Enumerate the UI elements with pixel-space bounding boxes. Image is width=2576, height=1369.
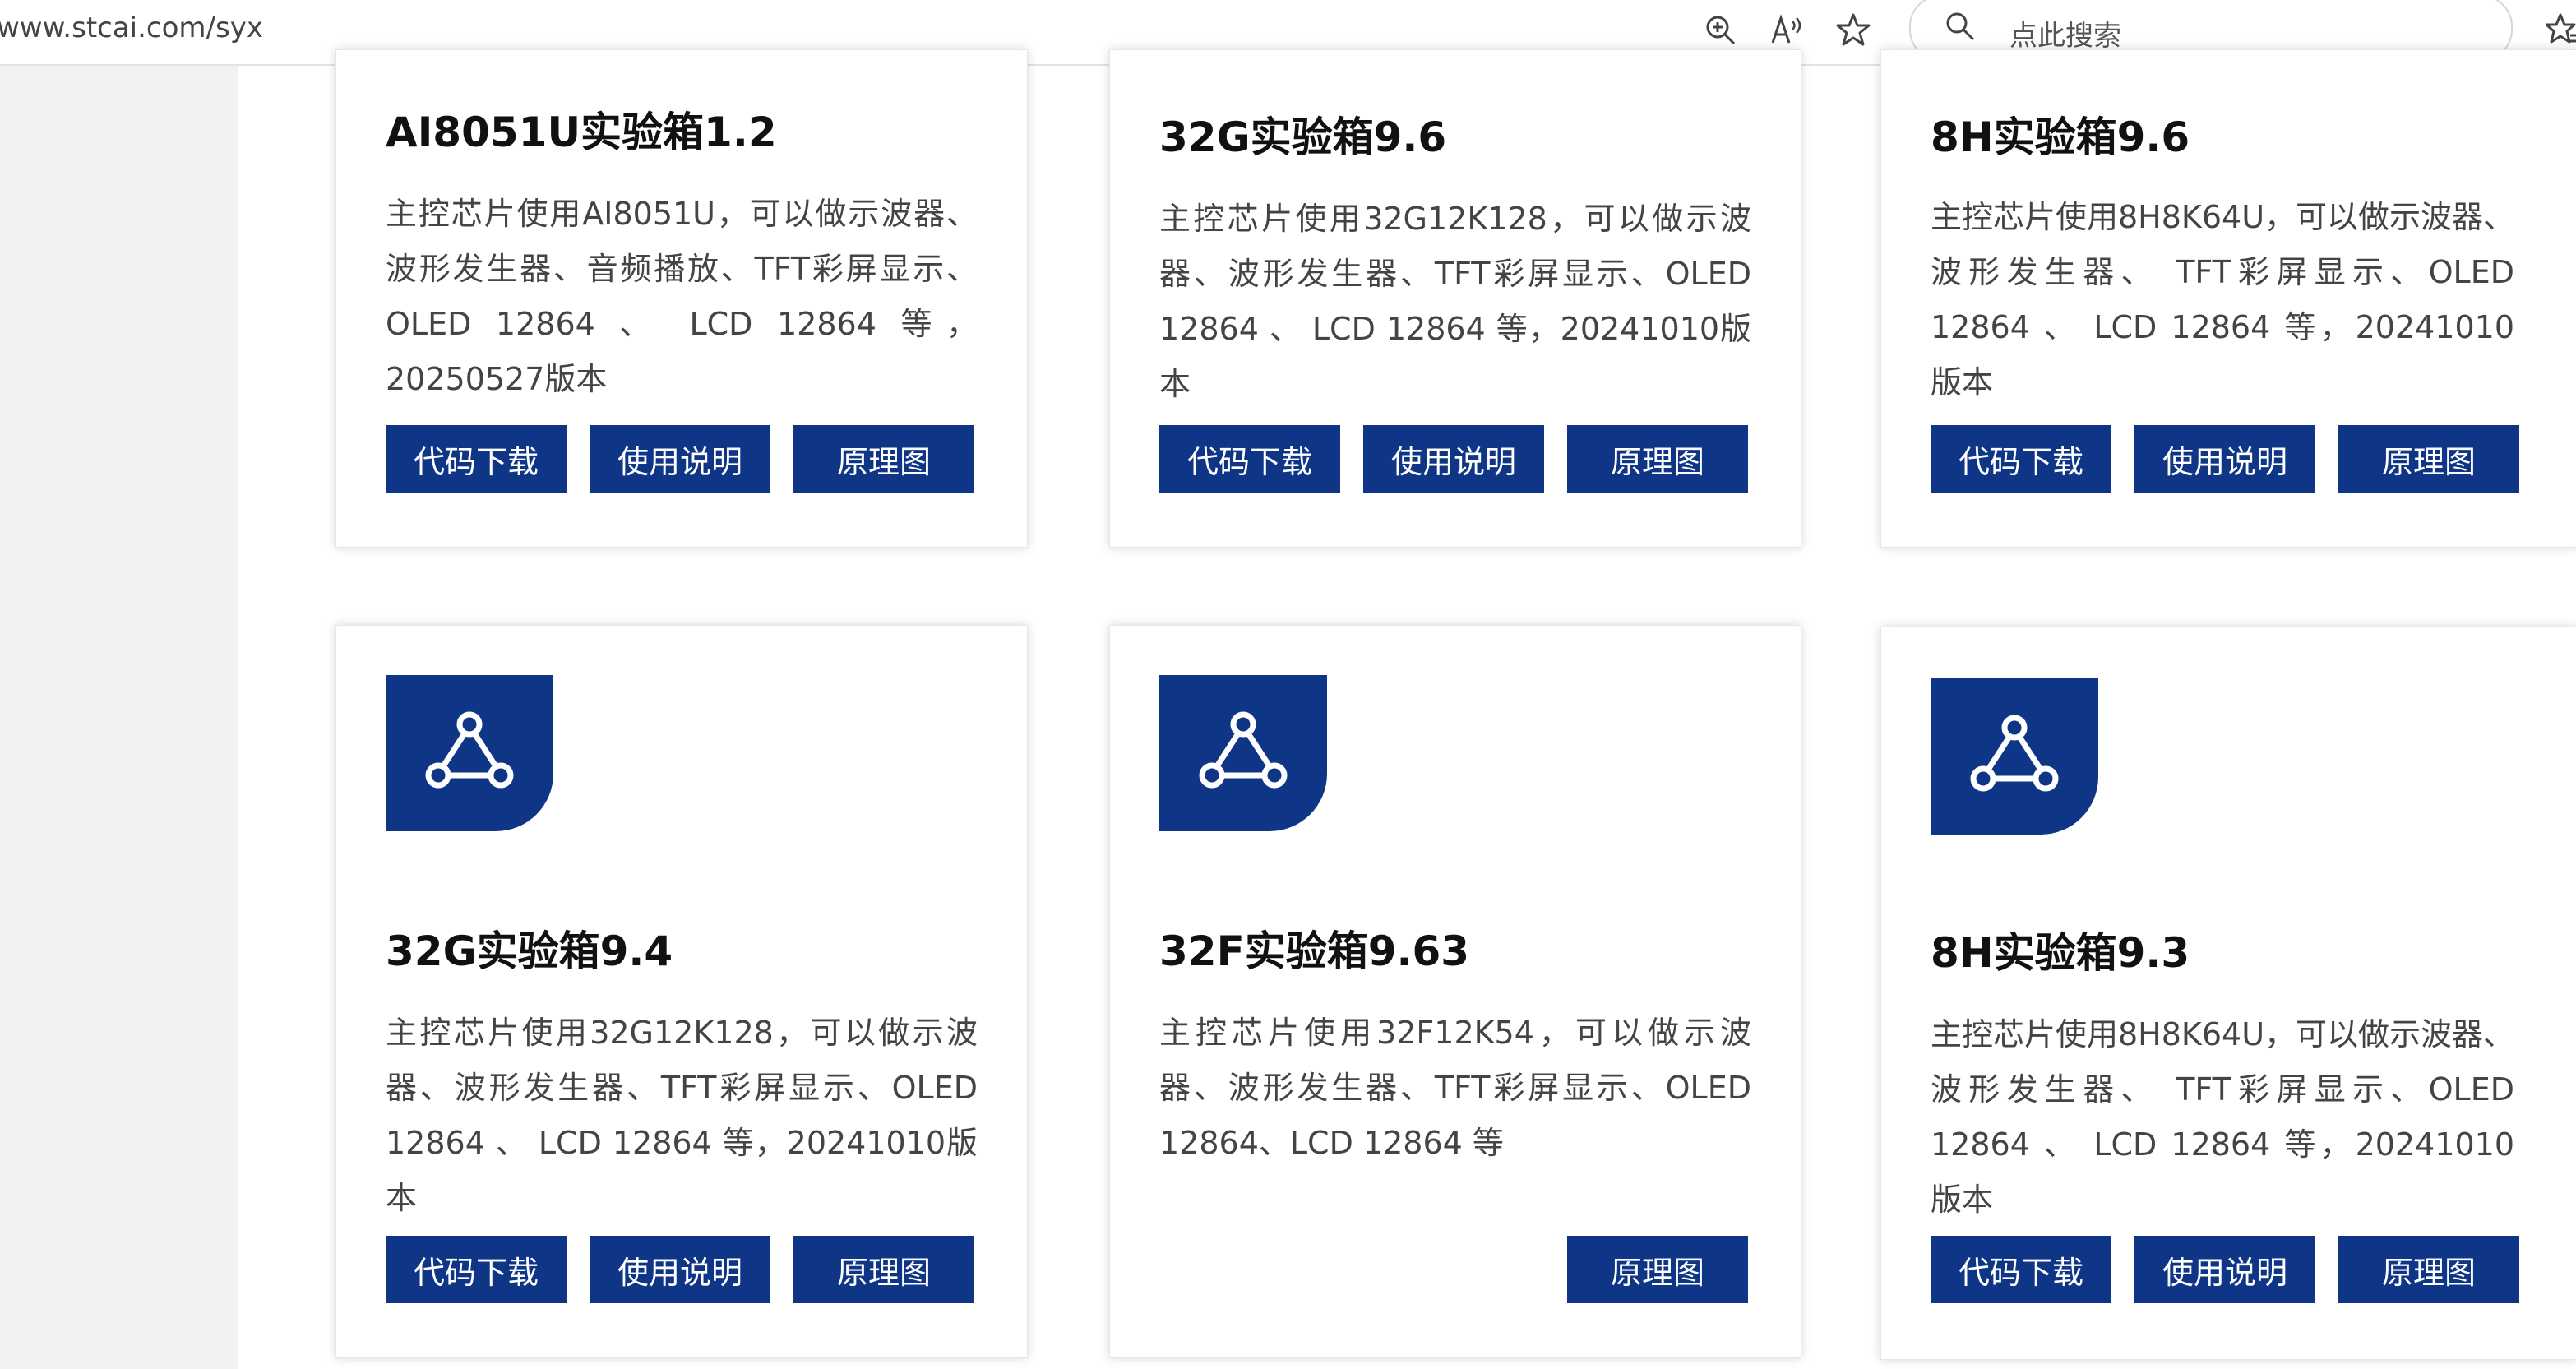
product-card: 32G实验箱9.4 主控芯片使用32G12K128，可以做示波器、波形发生器、T… (335, 625, 1028, 1358)
code-download-button[interactable]: 代码下载 (386, 1236, 567, 1303)
favorite-star-icon[interactable] (1830, 7, 1876, 53)
schematic-button[interactable]: 原理图 (793, 425, 974, 493)
product-card: AI8051U实验箱1.2 主控芯片使用AI8051U，可以做示波器、波形发生器… (335, 49, 1028, 548)
schematic-button[interactable]: 原理图 (793, 1236, 974, 1303)
address-bar-url[interactable]: www.stcai.com/syx (0, 12, 263, 44)
schematic-button[interactable]: 原理图 (1567, 425, 1748, 493)
code-download-button[interactable]: 代码下载 (1931, 425, 2111, 493)
code-download-button[interactable]: 代码下载 (1931, 1236, 2111, 1303)
card-title: AI8051U实验箱1.2 (386, 109, 777, 156)
share-nodes-icon (1199, 711, 1288, 789)
card-title: 8H实验箱9.6 (1931, 113, 2190, 161)
manual-button[interactable]: 使用说明 (2134, 1236, 2315, 1303)
search-icon (1944, 10, 1977, 46)
code-download-button[interactable]: 代码下载 (386, 425, 567, 493)
code-download-button[interactable]: 代码下载 (1159, 425, 1340, 493)
card-description: 主控芯片使用8H8K64U，可以做示波器、波形发生器、 TFT彩屏显示、OLED… (1931, 199, 2515, 400)
card-title: 8H实验箱9.3 (1931, 929, 2190, 977)
search-placeholder: 点此搜索 (2009, 20, 2121, 53)
card-logo (386, 675, 553, 831)
card-description: 主控芯片使用32F12K54，可以做示波器、波形发生器、TFT彩屏显示、OLED… (1159, 1015, 1751, 1161)
manual-button[interactable]: 使用说明 (1363, 425, 1544, 493)
manual-button[interactable]: 使用说明 (2134, 425, 2315, 493)
product-card: 8H实验箱9.6 主控芯片使用8H8K64U，可以做示波器、波形发生器、 TFT… (1880, 49, 2576, 548)
card-title: 32G实验箱9.6 (1159, 113, 1447, 161)
zoom-in-icon[interactable] (1697, 7, 1743, 53)
card-description: 主控芯片使用8H8K64U，可以做示波器、波形发生器、 TFT彩屏显示、OLED… (1931, 1016, 2515, 1218)
schematic-button[interactable]: 原理图 (2338, 1236, 2519, 1303)
schematic-button[interactable]: 原理图 (1567, 1236, 1748, 1303)
share-nodes-icon (425, 711, 514, 789)
schematic-button[interactable]: 原理图 (2338, 425, 2519, 493)
product-card: 32F实验箱9.63 主控芯片使用32F12K54，可以做示波器、波形发生器、T… (1109, 625, 1801, 1358)
card-logo (1159, 675, 1327, 831)
card-description: 主控芯片使用32G12K128，可以做示波器、波形发生器、TFT彩屏显示、OLE… (1159, 201, 1751, 402)
manual-button[interactable]: 使用说明 (590, 425, 770, 493)
product-card: 8H实验箱9.3 主控芯片使用8H8K64U，可以做示波器、波形发生器、 TFT… (1880, 627, 2576, 1360)
card-logo (1931, 678, 2098, 835)
card-title: 32G实验箱9.4 (386, 927, 673, 975)
favorites-list-icon[interactable] (2541, 7, 2576, 53)
share-nodes-icon (1970, 715, 2059, 792)
product-card: 32G实验箱9.6 主控芯片使用32G12K128，可以做示波器、波形发生器、T… (1109, 49, 1801, 548)
read-aloud-icon[interactable] (1764, 7, 1811, 53)
manual-button[interactable]: 使用说明 (590, 1236, 770, 1303)
card-title: 32F实验箱9.63 (1159, 927, 1470, 975)
card-description: 主控芯片使用AI8051U，可以做示波器、波形发生器、音频播放、TFT彩屏显示、… (386, 196, 978, 397)
card-description: 主控芯片使用32G12K128，可以做示波器、波形发生器、TFT彩屏显示、OLE… (386, 1015, 978, 1216)
